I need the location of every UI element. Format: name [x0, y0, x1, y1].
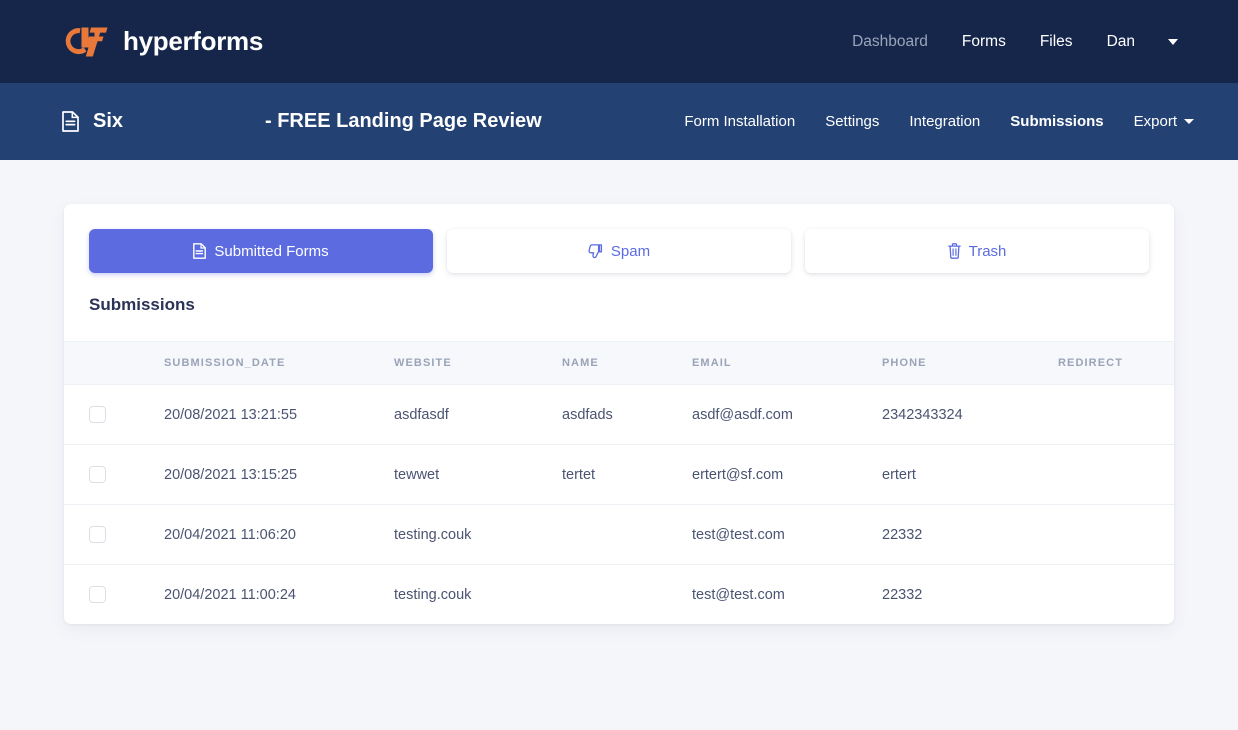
- submissions-card: Submitted Forms Spam: [64, 204, 1174, 624]
- cell-phone: 22332: [882, 505, 1058, 565]
- tab-label: Submitted Forms: [214, 243, 328, 260]
- cell-submission-date: 20/04/2021 11:00:24: [164, 565, 394, 625]
- row-select-cell: [64, 385, 164, 445]
- cell-submission-date: 20/08/2021 13:21:55: [164, 385, 394, 445]
- cell-website: tewwet: [394, 445, 562, 505]
- form-name: Six: [93, 110, 193, 133]
- cell-redirect: [1058, 505, 1174, 565]
- cell-email: test@test.com: [692, 505, 882, 565]
- subnav-item-settings[interactable]: Settings: [810, 114, 894, 129]
- column-header-phone[interactable]: PHONE: [882, 342, 1058, 385]
- main-content: Submitted Forms Spam: [0, 160, 1238, 730]
- export-label: Export: [1134, 114, 1177, 129]
- column-header-website[interactable]: WEBSITE: [394, 342, 562, 385]
- row-select-cell: [64, 505, 164, 565]
- form-navbar: Six - FREE Landing Page Review Form Inst…: [0, 83, 1238, 160]
- cell-submission-date: 20/04/2021 11:06:20: [164, 505, 394, 565]
- nav-item-dashboard[interactable]: Dashboard: [835, 34, 945, 50]
- brand-name: hyperforms: [123, 26, 263, 57]
- cell-website: asdfasdf: [394, 385, 562, 445]
- nav-item-user-dan[interactable]: Dan: [1090, 34, 1152, 50]
- table-row[interactable]: 20/08/2021 13:15:25 tewwet tertet ertert…: [64, 445, 1174, 505]
- nav-item-files[interactable]: Files: [1023, 34, 1090, 50]
- row-checkbox[interactable]: [89, 586, 106, 603]
- nav-item-forms[interactable]: Forms: [945, 34, 1023, 50]
- subnav-item-submissions[interactable]: Submissions: [995, 114, 1118, 129]
- file-document-icon: [193, 243, 206, 259]
- thumbs-down-icon: [588, 244, 603, 259]
- row-select-cell: [64, 565, 164, 625]
- user-menu-toggle[interactable]: [1152, 39, 1194, 45]
- form-title: Six - FREE Landing Page Review: [62, 110, 542, 133]
- cell-redirect: [1058, 565, 1174, 625]
- hyperforms-hf-logo-icon: [64, 25, 110, 59]
- section-title: Submissions: [64, 295, 1174, 341]
- cell-name: asdfads: [562, 385, 692, 445]
- submission-filter-tabs: Submitted Forms Spam: [64, 204, 1174, 295]
- primary-navigation: Dashboard Forms Files Dan: [835, 34, 1194, 50]
- tab-trash[interactable]: Trash: [805, 229, 1149, 273]
- row-checkbox[interactable]: [89, 406, 106, 423]
- cell-submission-date: 20/08/2021 13:15:25: [164, 445, 394, 505]
- subnav-item-form-installation[interactable]: Form Installation: [669, 114, 810, 129]
- tab-label: Trash: [969, 243, 1007, 260]
- top-navbar: hyperforms Dashboard Forms Files Dan: [0, 0, 1238, 83]
- table-row[interactable]: 20/04/2021 11:06:20 testing.couk test@te…: [64, 505, 1174, 565]
- subnav-item-export[interactable]: Export: [1119, 114, 1194, 129]
- row-select-cell: [64, 445, 164, 505]
- cell-phone: ertert: [882, 445, 1058, 505]
- column-header-submission-date[interactable]: SUBMISSION_DATE: [164, 342, 394, 385]
- table-row[interactable]: 20/08/2021 13:21:55 asdfasdf asdfads asd…: [64, 385, 1174, 445]
- cell-name: [562, 565, 692, 625]
- subnav-item-integration[interactable]: Integration: [894, 114, 995, 129]
- cell-website: testing.couk: [394, 565, 562, 625]
- table-header-row: SUBMISSION_DATE WEBSITE NAME EMAIL PHONE…: [64, 342, 1174, 385]
- cell-email: asdf@asdf.com: [692, 385, 882, 445]
- file-document-icon: [62, 111, 93, 132]
- cell-redirect: [1058, 445, 1174, 505]
- row-checkbox[interactable]: [89, 466, 106, 483]
- table-row[interactable]: 20/04/2021 11:00:24 testing.couk test@te…: [64, 565, 1174, 625]
- column-header-redirect[interactable]: REDIRECT: [1058, 342, 1174, 385]
- chevron-down-icon: [1168, 39, 1178, 45]
- form-section-navigation: Form Installation Settings Integration S…: [669, 114, 1194, 129]
- table-header: SUBMISSION_DATE WEBSITE NAME EMAIL PHONE…: [64, 342, 1174, 385]
- column-header-select-all: [64, 342, 164, 385]
- cell-email: ertert@sf.com: [692, 445, 882, 505]
- cell-name: tertet: [562, 445, 692, 505]
- column-header-email[interactable]: EMAIL: [692, 342, 882, 385]
- brand-logo[interactable]: hyperforms: [64, 25, 263, 59]
- row-checkbox[interactable]: [89, 526, 106, 543]
- table-body: 20/08/2021 13:21:55 asdfasdf asdfads asd…: [64, 385, 1174, 625]
- chevron-down-icon: [1184, 119, 1194, 124]
- submissions-table: SUBMISSION_DATE WEBSITE NAME EMAIL PHONE…: [64, 341, 1174, 624]
- cell-name: [562, 505, 692, 565]
- cell-redirect: [1058, 385, 1174, 445]
- column-header-name[interactable]: NAME: [562, 342, 692, 385]
- cell-phone: 2342343324: [882, 385, 1058, 445]
- tab-submitted-forms[interactable]: Submitted Forms: [89, 229, 433, 273]
- cell-website: testing.couk: [394, 505, 562, 565]
- cell-email: test@test.com: [692, 565, 882, 625]
- cell-phone: 22332: [882, 565, 1058, 625]
- form-subtitle: - FREE Landing Page Review: [265, 110, 542, 133]
- tab-spam[interactable]: Spam: [447, 229, 791, 273]
- trash-icon: [948, 243, 961, 259]
- tab-label: Spam: [611, 243, 650, 260]
